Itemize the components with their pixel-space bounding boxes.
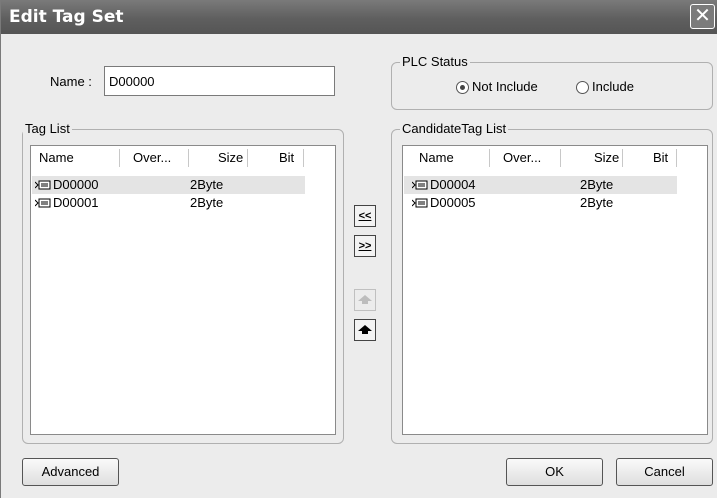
move-down-button[interactable] bbox=[354, 319, 376, 341]
column-divider[interactable] bbox=[247, 149, 248, 167]
column-size[interactable]: Size bbox=[594, 146, 619, 170]
column-divider[interactable] bbox=[188, 149, 189, 167]
column-over[interactable]: Over... bbox=[503, 146, 541, 170]
column-divider[interactable] bbox=[489, 149, 490, 167]
column-divider[interactable] bbox=[676, 149, 677, 167]
column-name[interactable]: Name bbox=[419, 146, 454, 170]
advanced-label: Advanced bbox=[41, 464, 100, 479]
row-name: D00004 bbox=[430, 177, 476, 192]
table-row[interactable]: D00000 2Byte bbox=[32, 176, 305, 194]
cancel-label: Cancel bbox=[644, 464, 685, 479]
tag-icon bbox=[34, 177, 51, 190]
ok-button[interactable]: OK bbox=[506, 458, 603, 486]
not-include-radio[interactable] bbox=[456, 81, 469, 94]
row-size: 2Byte bbox=[580, 177, 614, 192]
row-name: D00005 bbox=[430, 195, 476, 210]
row-name: D00000 bbox=[53, 177, 99, 192]
table-row[interactable]: D00001 2Byte bbox=[32, 194, 305, 212]
include-label[interactable]: Include bbox=[592, 79, 634, 94]
column-over[interactable]: Over... bbox=[133, 146, 171, 170]
arrow-up-icon bbox=[358, 295, 372, 304]
add-to-tag-list-button[interactable]: << bbox=[354, 205, 376, 227]
remove-from-tag-list-button[interactable]: >> bbox=[354, 235, 376, 257]
table-row[interactable]: D00004 2Byte bbox=[404, 176, 677, 194]
column-bit[interactable]: Bit bbox=[279, 146, 294, 170]
arrow-down-icon bbox=[358, 325, 372, 334]
dialog-title: Edit Tag Set bbox=[9, 7, 124, 27]
column-bit[interactable]: Bit bbox=[653, 146, 668, 170]
plc-status-group: PLC Status Not Include Include bbox=[391, 54, 713, 110]
row-name: D00001 bbox=[53, 195, 99, 210]
row-size: 2Byte bbox=[190, 195, 224, 210]
close-button[interactable]: ✕ bbox=[690, 4, 715, 29]
move-up-button[interactable] bbox=[354, 289, 376, 311]
title-bar[interactable]: Edit Tag Set ✕ bbox=[1, 0, 717, 34]
advanced-button[interactable]: Advanced bbox=[22, 458, 119, 486]
cancel-button[interactable]: Cancel bbox=[616, 458, 713, 486]
table-row[interactable]: D00005 2Byte bbox=[404, 194, 677, 212]
close-icon: ✕ bbox=[694, 5, 711, 27]
tag-list-header: Name Over... Size Bit bbox=[31, 146, 335, 170]
column-divider[interactable] bbox=[303, 149, 304, 167]
column-divider[interactable] bbox=[560, 149, 561, 167]
row-size: 2Byte bbox=[190, 177, 224, 192]
candidate-tag-list-legend: CandidateTag List bbox=[400, 121, 509, 136]
include-radio[interactable] bbox=[576, 81, 589, 94]
candidate-tag-list-table[interactable]: Name Over... Size Bit D00004 2Byte D0000… bbox=[402, 145, 708, 435]
column-size[interactable]: Size bbox=[218, 146, 243, 170]
tag-icon bbox=[411, 195, 428, 208]
name-label: Name : bbox=[50, 74, 92, 89]
column-name[interactable]: Name bbox=[39, 146, 74, 170]
plc-status-legend: PLC Status bbox=[400, 54, 470, 69]
not-include-label[interactable]: Not Include bbox=[472, 79, 538, 94]
tag-icon bbox=[34, 195, 51, 208]
tag-list-legend: Tag List bbox=[23, 121, 72, 136]
tag-list-table[interactable]: Name Over... Size Bit D00000 2Byte D0000… bbox=[30, 145, 336, 435]
edit-tag-set-dialog: Edit Tag Set ✕ Name : D00000 PLC Status … bbox=[0, 0, 717, 498]
candidate-list-header: Name Over... Size Bit bbox=[403, 146, 707, 170]
tag-icon bbox=[411, 177, 428, 190]
column-divider[interactable] bbox=[119, 149, 120, 167]
row-size: 2Byte bbox=[580, 195, 614, 210]
column-divider[interactable] bbox=[622, 149, 623, 167]
ok-label: OK bbox=[545, 464, 564, 479]
name-input[interactable]: D00000 bbox=[104, 66, 335, 96]
